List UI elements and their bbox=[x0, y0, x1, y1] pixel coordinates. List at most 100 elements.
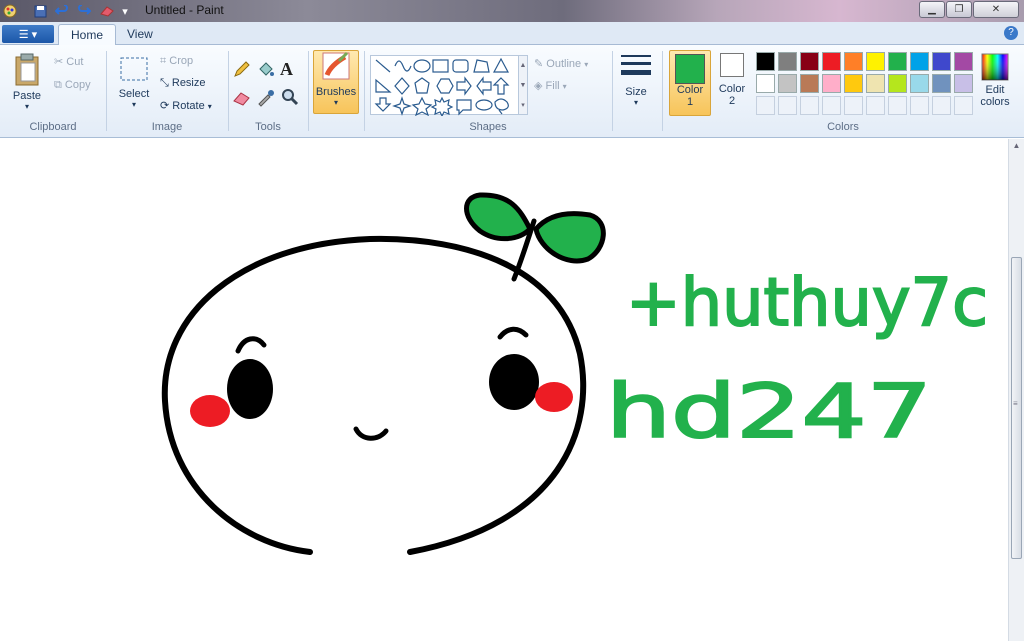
palette-swatch[interactable] bbox=[866, 52, 885, 71]
tab-home[interactable]: Home bbox=[58, 24, 117, 46]
select-button[interactable]: Select ▾ bbox=[114, 55, 154, 109]
color2-button[interactable]: Color 2 bbox=[715, 53, 749, 115]
fill-icon: ◈ bbox=[534, 80, 543, 92]
paste-button[interactable]: Paste ▾ bbox=[8, 53, 46, 111]
custom-color-slot[interactable] bbox=[866, 96, 885, 115]
rotate-label: Rotate bbox=[172, 100, 205, 112]
undo-icon[interactable] bbox=[54, 3, 70, 19]
ribbon: Paste ▾ ✂ Cut ⧉ Copy Clipboard Select ▾ … bbox=[0, 45, 1024, 138]
brushes-button[interactable]: Brushes ▾ bbox=[313, 50, 359, 114]
crop-label: Crop bbox=[169, 55, 194, 67]
group-separator bbox=[662, 51, 663, 131]
palette-swatch[interactable] bbox=[910, 52, 929, 71]
palette-swatch[interactable] bbox=[800, 74, 819, 93]
redo-icon[interactable] bbox=[76, 3, 92, 19]
eraser-quick-icon[interactable] bbox=[98, 3, 116, 19]
palette-swatch[interactable] bbox=[844, 74, 863, 93]
shapes-scroll[interactable]: ▲ ▼ ▾ bbox=[518, 55, 528, 115]
palette-swatch[interactable] bbox=[888, 52, 907, 71]
help-icon[interactable]: ? bbox=[1004, 26, 1018, 40]
edit-colors-button[interactable]: Edit colors bbox=[974, 53, 1016, 108]
palette-swatch[interactable] bbox=[954, 52, 973, 71]
rotate-dropdown-icon: ▾ bbox=[207, 102, 212, 111]
group-separator bbox=[308, 51, 309, 131]
clipboard-group-label: Clipboard bbox=[29, 121, 77, 133]
shapes-group: ▲ ▼ ▾ ✎ Outline ▾ ◈ Fill ▾ Shapes bbox=[366, 49, 610, 135]
magnifier-icon bbox=[282, 89, 299, 106]
color-spectrum-icon bbox=[981, 53, 1009, 81]
palette-swatch[interactable] bbox=[954, 74, 973, 93]
minimize-button[interactable]: ▁ bbox=[919, 1, 945, 18]
palette-swatch[interactable] bbox=[822, 52, 841, 71]
vertical-scrollbar[interactable]: ▲ ≡ bbox=[1008, 139, 1024, 641]
palette-swatch[interactable] bbox=[800, 52, 819, 71]
custom-color-slot[interactable] bbox=[778, 96, 797, 115]
palette-swatch[interactable] bbox=[866, 74, 885, 93]
image-group-label: Image bbox=[151, 121, 183, 133]
resize-button[interactable]: ⤡ Resize bbox=[160, 77, 206, 90]
palette-swatch[interactable] bbox=[778, 74, 797, 93]
right-cheek bbox=[535, 382, 573, 412]
outline-button[interactable]: ✎ Outline ▾ bbox=[534, 57, 588, 70]
shapes-gallery bbox=[370, 55, 520, 118]
fill-tool[interactable] bbox=[256, 59, 278, 81]
eyedropper-icon bbox=[258, 90, 274, 107]
custom-color-slot[interactable] bbox=[800, 96, 819, 115]
group-separator bbox=[364, 51, 365, 131]
text-tool-icon[interactable]: A bbox=[280, 59, 302, 81]
canvas-drawing: +huthuy7c hd247 bbox=[161, 192, 989, 555]
maximize-button[interactable]: ❐ bbox=[946, 1, 972, 18]
custom-color-slot[interactable] bbox=[954, 96, 973, 115]
pencil-tool[interactable] bbox=[232, 59, 254, 81]
scroll-up-icon[interactable]: ▲ bbox=[1009, 141, 1024, 150]
palette-swatch[interactable] bbox=[844, 52, 863, 71]
size-button[interactable]: Size ▾ bbox=[616, 51, 656, 107]
tools-group: A Tools bbox=[230, 49, 306, 135]
magnifier-tool[interactable] bbox=[280, 87, 302, 109]
rotate-icon: ⟳ bbox=[160, 100, 170, 112]
crop-button[interactable]: ⌗ Crop bbox=[160, 55, 193, 68]
tab-view[interactable]: View bbox=[115, 24, 165, 46]
paint-menu-button[interactable]: ☰ ▾ bbox=[2, 25, 54, 43]
close-button[interactable]: ✕ bbox=[973, 1, 1019, 18]
title-bar: ▾ Untitled - Paint ▁ ❐ ✕ bbox=[0, 0, 1024, 22]
copy-button[interactable]: ⧉ Copy bbox=[54, 79, 91, 92]
menu-icon: ☰ ▾ bbox=[18, 28, 38, 41]
right-eyebrow bbox=[497, 326, 529, 340]
color2-swatch bbox=[720, 53, 744, 77]
color1-button[interactable]: Color 1 bbox=[669, 50, 711, 116]
save-icon[interactable] bbox=[32, 3, 48, 19]
custom-color-slot[interactable] bbox=[844, 96, 863, 115]
cut-button[interactable]: ✂ Cut bbox=[54, 55, 83, 68]
size-label: Size bbox=[625, 86, 647, 98]
custom-color-slot[interactable] bbox=[822, 96, 841, 115]
palette-swatch[interactable] bbox=[910, 74, 929, 93]
drawing-canvas[interactable]: +huthuy7c hd247 bbox=[0, 139, 1008, 641]
custom-color-slot[interactable] bbox=[888, 96, 907, 115]
copy-icon: ⧉ bbox=[54, 79, 62, 91]
colors-group: Color 1 Color 2 Edit colors Colors bbox=[664, 49, 1022, 135]
fill-button[interactable]: ◈ Fill ▾ bbox=[534, 79, 567, 92]
palette-swatch[interactable] bbox=[756, 74, 775, 93]
palette-swatch[interactable] bbox=[888, 74, 907, 93]
custom-color-slot[interactable] bbox=[756, 96, 775, 115]
custom-color-slot[interactable] bbox=[932, 96, 951, 115]
rotate-button[interactable]: ⟳ Rotate ▾ bbox=[160, 99, 212, 112]
ribbon-tab-row: ☰ ▾ Home View ? bbox=[0, 22, 1024, 46]
palette-swatch[interactable] bbox=[756, 52, 775, 71]
palette-swatch[interactable] bbox=[778, 52, 797, 71]
pencil-icon bbox=[234, 61, 250, 77]
paint-app-icon[interactable] bbox=[2, 3, 18, 19]
custom-color-slot[interactable] bbox=[910, 96, 929, 115]
color-picker-tool[interactable] bbox=[256, 87, 278, 109]
palette-swatch[interactable] bbox=[932, 74, 951, 93]
group-separator bbox=[106, 51, 107, 131]
scrollbar-thumb[interactable]: ≡ bbox=[1011, 257, 1022, 559]
color2-label: Color bbox=[718, 83, 746, 95]
customize-toolbar-icon[interactable]: ▾ bbox=[119, 3, 131, 19]
palette-swatch[interactable] bbox=[822, 74, 841, 93]
clipboard-group: Paste ▾ ✂ Cut ⧉ Copy Clipboard bbox=[2, 49, 104, 135]
eraser-tool[interactable] bbox=[232, 87, 254, 109]
palette-swatch[interactable] bbox=[932, 52, 951, 71]
color1-label: Color bbox=[676, 84, 704, 96]
